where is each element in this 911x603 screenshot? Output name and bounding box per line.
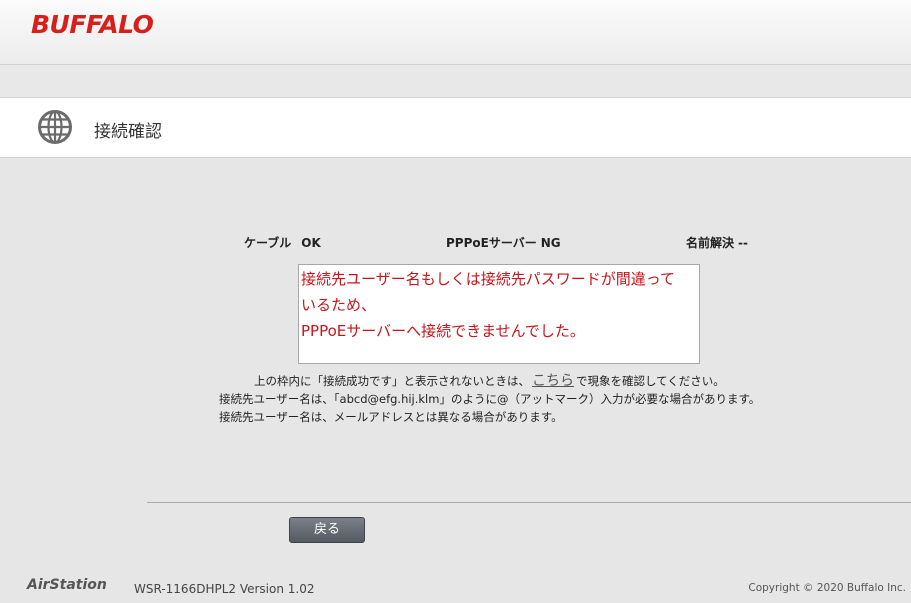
airstation-logo: AirStation: [27, 577, 107, 593]
app-header: BUFFALO: [0, 0, 911, 65]
page-title: 接続確認: [94, 122, 162, 142]
copyright: Copyright © 2020 Buffalo Inc.: [748, 582, 906, 594]
help-note: 上の枠内に「接続成功です」と表示されないときは、 こちら で現象を確認してください。: [254, 370, 725, 390]
pppoe-status: PPPoEサーバー NG: [446, 234, 561, 251]
globe-icon: [38, 110, 72, 144]
username-note-email: 接続先ユーザー名は、メールアドレスとは異なる場合があります。: [219, 410, 563, 424]
pppoe-value: NG: [540, 236, 561, 250]
dns-value: --: [738, 236, 748, 250]
username-note-at: 接続先ユーザー名は、「abcd@efg.hij.klm」のように@（アットマーク…: [219, 392, 761, 406]
cable-label: ケーブル: [244, 236, 292, 250]
cable-value: OK: [301, 236, 321, 250]
title-bar: 接続確認: [0, 98, 911, 158]
dns-status: 名前解決 --: [686, 234, 748, 251]
message-line: PPPoEサーバーへ接続できませんでした。: [301, 322, 585, 340]
model-version: WSR-1166DHPL2 Version 1.02: [134, 582, 315, 596]
message-line: いるため、: [301, 296, 377, 314]
message-line: 接続先ユーザー名もしくは接続先パスワードが間違って: [301, 270, 675, 288]
back-button[interactable]: 戻る: [289, 517, 365, 543]
divider: [147, 502, 911, 503]
header-strip: [0, 65, 911, 98]
buffalo-logo: BUFFALO: [31, 10, 154, 39]
dns-label: 名前解決: [686, 236, 735, 250]
help-note-after: で現象を確認してください。: [576, 374, 725, 388]
help-link[interactable]: こちら: [532, 373, 574, 389]
pppoe-label: PPPoEサーバー: [446, 236, 537, 250]
result-message-box[interactable]: 接続先ユーザー名もしくは接続先パスワードが間違って いるため、 PPPoEサーバ…: [298, 264, 700, 364]
cable-status: ケーブル OK: [244, 234, 321, 251]
help-note-before: 上の枠内に「接続成功です」と表示されないときは、: [254, 374, 530, 388]
